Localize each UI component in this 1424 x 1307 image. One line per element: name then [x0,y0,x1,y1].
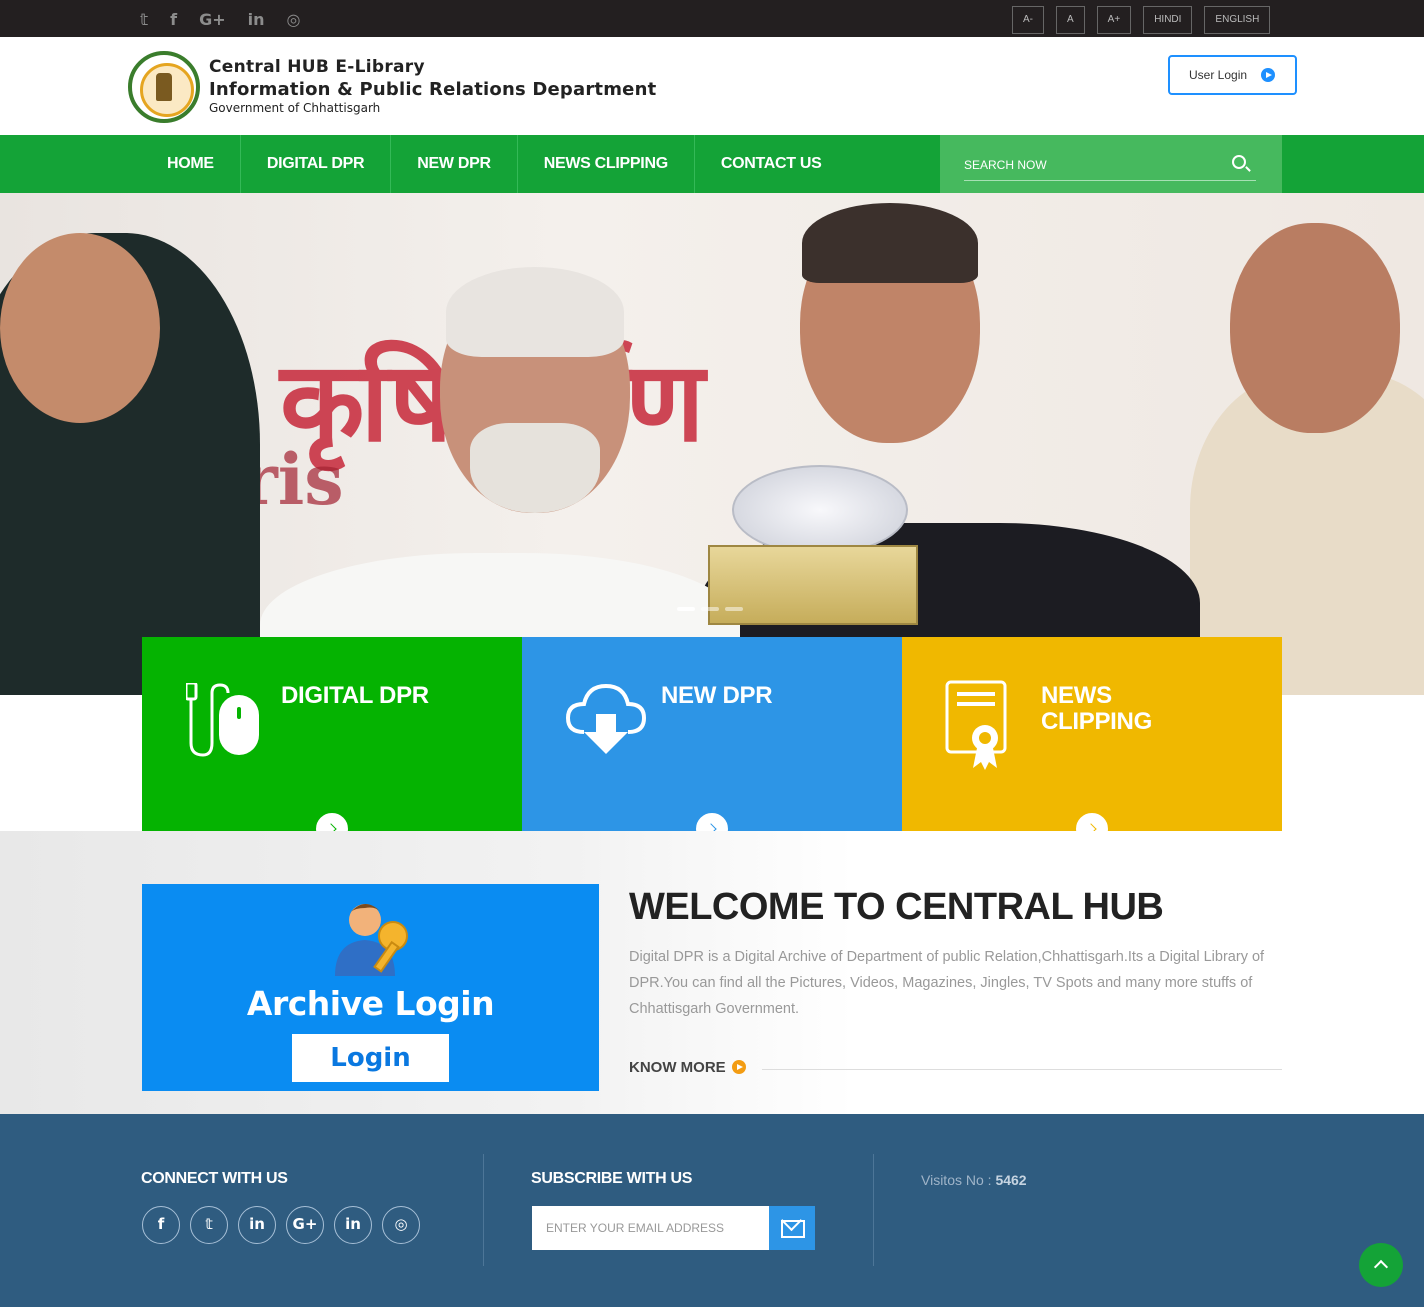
hero-photo-person [0,233,160,423]
nav-item-contact-us[interactable]: CONTACT US [695,135,848,193]
hero-photo-person [802,203,978,283]
slider-dot[interactable] [701,607,719,611]
site-footer: CONNECT WITH US f 𝕥 in G+ in ◎ SUBSCRIBE… [0,1114,1424,1307]
government-name: Government of Chhattisgarh [209,101,381,115]
search-icon[interactable] [1232,155,1246,169]
font-normal-button[interactable]: A [1056,6,1085,34]
hindi-language-button[interactable]: HINDI [1143,6,1193,34]
footer-social-links: f 𝕥 in G+ in ◎ [142,1206,420,1244]
hero-photo-person [446,267,624,357]
slider-dot[interactable] [677,607,695,611]
cloud-download-icon [566,683,646,754]
welcome-description: Digital DPR is a Digital Archive of Depa… [629,949,1265,1017]
welcome-title: WELCOME TO CENTRAL HUB [629,886,1164,928]
play-circle-icon [1261,68,1275,82]
slider-dot[interactable] [725,607,743,611]
hero-award-plaque [708,545,918,625]
nav-item-home[interactable]: HOME [141,135,241,193]
nav-item-new-dpr[interactable]: NEW DPR [391,135,518,193]
subscribe-form [532,1206,815,1250]
twitter-icon[interactable]: 𝕥 [190,1206,228,1244]
archive-login-button[interactable]: Login [292,1034,449,1082]
hero-photo-person [470,423,600,513]
linkedin-icon[interactable]: in [334,1206,372,1244]
visitor-counter: Visitos No : 5462 [921,1172,1027,1188]
facebook-icon[interactable]: f [170,10,177,30]
top-social-links: 𝕥 f G+ in ◎ [140,10,300,30]
archive-login-title: Archive Login [246,984,495,1023]
nav-item-digital-dpr[interactable]: DIGITAL DPR [241,135,392,193]
top-bar: 𝕥 f G+ in ◎ A- A A+ HINDI ENGLISH [0,0,1424,37]
user-key-icon [335,904,408,976]
facebook-icon[interactable]: f [142,1206,180,1244]
twitter-icon[interactable]: 𝕥 [140,10,148,30]
hero-photo-person [1230,223,1400,433]
envelope-icon[interactable] [769,1206,815,1250]
feature-title: NEWS CLIPPING [1041,682,1152,735]
department-name: Information & Public Relations Departmen… [209,79,657,100]
certificate-icon [945,680,1007,770]
know-more-label: KNOW MORE [629,1059,726,1076]
archive-login-card[interactable]: Archive Login Login [142,884,599,1091]
subscribe-title: SUBSCRIBE WITH US [531,1170,693,1187]
linkedin-icon[interactable]: in [248,10,265,30]
divider [873,1154,874,1266]
feature-title: NEW DPR [661,682,773,709]
google-plus-icon[interactable]: G+ [286,1206,324,1244]
user-login-button[interactable]: User Login [1168,55,1297,95]
play-circle-icon [731,1060,746,1074]
search-input[interactable] [964,149,1256,181]
feature-title: DIGITAL DPR [281,682,429,709]
instagram-icon[interactable]: ◎ [382,1206,420,1244]
main-navigation: HOME DIGITAL DPR NEW DPR NEWS CLIPPING C… [0,135,1424,193]
mouse-icon [186,683,259,757]
font-decrease-button[interactable]: A- [1012,6,1044,34]
know-more-link[interactable]: KNOW MORE [629,1059,746,1076]
instagram-icon[interactable]: ◎ [287,10,301,30]
scroll-to-top-button[interactable] [1359,1243,1403,1287]
english-language-button[interactable]: ENGLISH [1204,6,1271,34]
visitor-count: 5462 [995,1172,1027,1188]
connect-title: CONNECT WITH US [141,1170,288,1187]
brand-title: Central HUB E-Library Information & Publ… [209,57,656,115]
accessibility-controls: A- A A+ HINDI ENGLISH [1012,6,1271,34]
user-login-label: User Login [1189,68,1248,82]
site-header: Central HUB E-Library Information & Publ… [0,37,1424,135]
search-box [940,135,1282,193]
nav-item-news-clipping[interactable]: NEWS CLIPPING [518,135,695,193]
divider [762,1069,1282,1070]
government-emblem-logo[interactable] [128,51,200,123]
divider [483,1154,484,1266]
google-plus-icon[interactable]: G+ [199,10,226,30]
email-field[interactable] [532,1206,769,1250]
hero-award-trophy [732,465,908,555]
slider-dots [677,607,743,611]
visitor-label: Visitos No : [921,1172,996,1188]
hero-slider[interactable]: कृषि कर्मण Kris [0,193,1424,695]
site-name: Central HUB E-Library [209,57,425,77]
linkedin-icon[interactable]: in [238,1206,276,1244]
font-increase-button[interactable]: A+ [1096,6,1132,34]
